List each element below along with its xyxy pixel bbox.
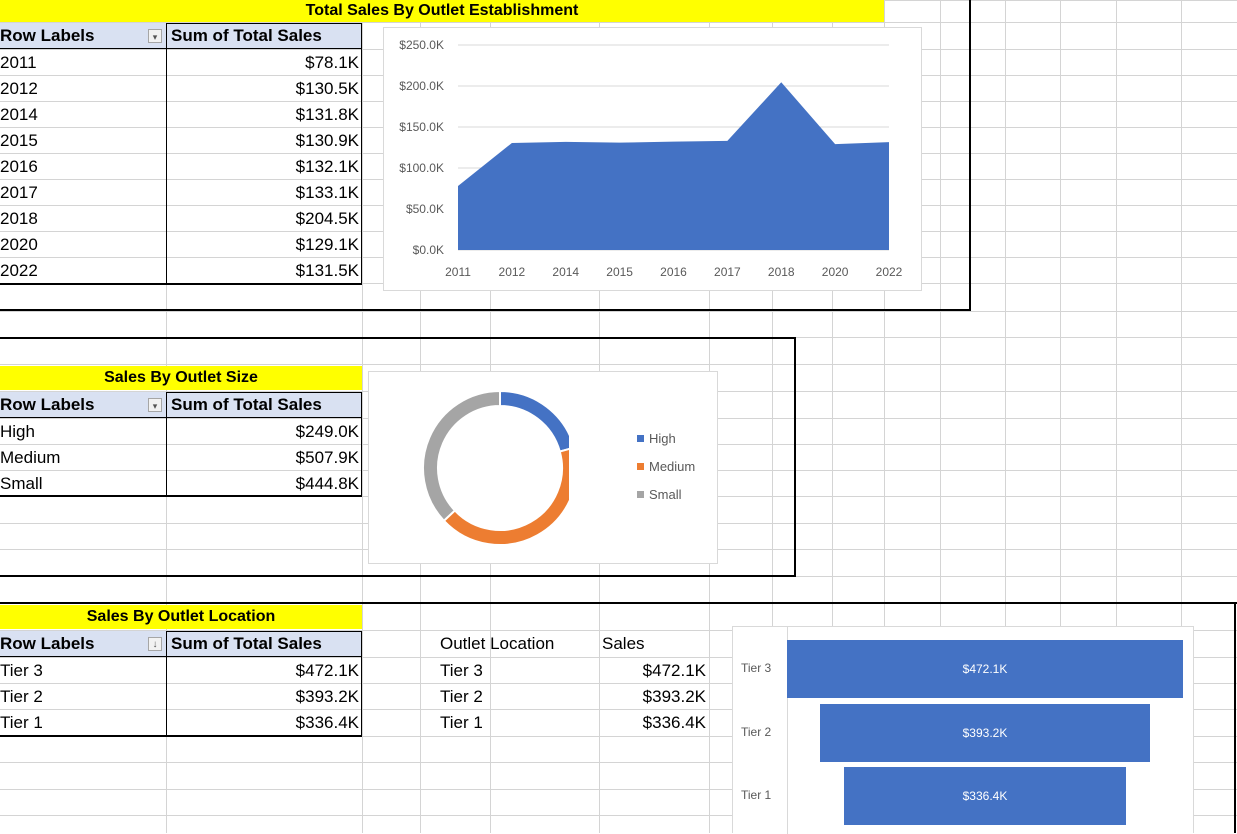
legend-swatch <box>637 463 644 471</box>
row-label: Tier 2 <box>0 687 43 706</box>
funnel-bar[interactable]: $336.4K <box>843 767 1127 825</box>
row-label: Tier 3 <box>0 661 43 680</box>
y-tick-label: $50.0K <box>406 202 444 216</box>
size-donut-chart[interactable]: High Medium Small <box>368 371 718 564</box>
row-label: Medium <box>0 448 61 467</box>
y-tick-label: $100.0K <box>399 161 444 175</box>
y-tick-label: $150.0K <box>399 120 444 134</box>
sum-header: Sum of Total Sales <box>171 395 322 414</box>
row-value: $472.1K <box>642 661 706 680</box>
row-label: High <box>0 422 35 441</box>
funnel-bar[interactable]: $472.1K <box>787 640 1183 698</box>
row-label: Tier 2 <box>440 687 483 706</box>
x-tick-label: 2014 <box>552 265 579 279</box>
size-title: Sales By Outlet Size <box>0 366 362 390</box>
funnel-category-label: Tier 3 <box>741 661 772 675</box>
grid-line <box>362 0 363 833</box>
row-value: $444.8K <box>295 474 359 493</box>
row-labels-header: Row Labels <box>0 634 95 653</box>
row-value: $132.1K <box>295 157 359 176</box>
row-label: 2020 <box>0 235 38 254</box>
row-label: Tier 1 <box>0 713 43 732</box>
row-value: $472.1K <box>295 661 359 680</box>
row-value: $336.4K <box>295 713 359 732</box>
row-label: Tier 1 <box>440 713 483 732</box>
row-value: $336.4K <box>642 713 706 732</box>
x-tick-label: 2018 <box>768 265 795 279</box>
y-tick-label: $0.0K <box>413 243 444 257</box>
legend-item-medium: Medium <box>637 459 695 474</box>
row-value: $393.2K <box>642 687 706 706</box>
row-label: 2011 <box>0 53 37 72</box>
grid-line <box>0 311 1237 312</box>
sum-header: Sum of Total Sales <box>171 634 322 653</box>
row-value: $249.0K <box>295 422 359 441</box>
legend-label: High <box>649 431 676 446</box>
donut-slice-high[interactable] <box>499 389 569 453</box>
row-value: $507.9K <box>295 448 359 467</box>
legend-swatch <box>637 491 644 499</box>
row-value: $78.1K <box>305 53 359 72</box>
row-value: $131.5K <box>295 261 359 280</box>
row-label: Small <box>0 474 43 493</box>
x-tick-label: 2016 <box>660 265 687 279</box>
area-series[interactable] <box>458 82 889 250</box>
funnel-category-label: Tier 1 <box>741 788 772 802</box>
legend-item-small: Small <box>637 487 682 502</box>
y-tick-label: $250.0K <box>399 38 444 52</box>
donut-slice-medium[interactable] <box>442 447 569 546</box>
row-value: $129.1K <box>295 235 359 254</box>
row-labels-header: Row Labels <box>0 26 95 45</box>
grid-line <box>0 364 1237 365</box>
legend-label: Small <box>649 487 682 502</box>
row-labels-header: Row Labels <box>0 395 95 414</box>
row-label: 2014 <box>0 105 38 124</box>
donut-chart-canvas <box>422 389 569 546</box>
row-label: 2012 <box>0 79 38 98</box>
sales-area-chart[interactable]: $0.0K $50.0K $100.0K $150.0K $200.0K $250.0K 2… <box>383 27 922 291</box>
row-label: 2018 <box>0 209 38 228</box>
x-tick-label: 2017 <box>714 265 741 279</box>
legend-swatch <box>637 435 644 443</box>
establishment-title: Total Sales By Outlet Establishment <box>0 0 884 22</box>
row-value: $130.9K <box>295 131 359 150</box>
row-value: $130.5K <box>295 79 359 98</box>
legend-item-high: High <box>637 431 676 446</box>
funnel-bar[interactable]: $393.2K <box>820 704 1150 762</box>
funnel-category-label: Tier 2 <box>741 725 772 739</box>
x-tick-label: 2015 <box>606 265 633 279</box>
outlet-location-header: Outlet Location <box>440 634 555 653</box>
row-label: 2022 <box>0 261 38 280</box>
row-label: 2015 <box>0 131 38 150</box>
row-label: Tier 3 <box>440 661 483 680</box>
filter-dropdown-icon[interactable]: ▾ <box>148 29 162 43</box>
row-label: 2016 <box>0 157 38 176</box>
area-chart-canvas: $0.0K $50.0K $100.0K $150.0K $200.0K $250.0K 2… <box>399 38 903 279</box>
sum-header: Sum of Total Sales <box>171 26 322 45</box>
x-tick-label: 2022 <box>876 265 903 279</box>
row-value: $204.5K <box>295 209 359 228</box>
x-tick-label: 2011 <box>445 265 471 279</box>
row-value: $133.1K <box>295 183 359 202</box>
row-label: 2017 <box>0 183 38 202</box>
sales-header: Sales <box>602 634 645 653</box>
row-value: $131.8K <box>295 105 359 124</box>
sort-descending-icon[interactable]: ↓ <box>148 637 162 651</box>
x-tick-label: 2012 <box>499 265 526 279</box>
donut-slice-small[interactable] <box>422 389 501 523</box>
location-title: Sales By Outlet Location <box>0 605 362 629</box>
location-funnel-chart[interactable]: $472.1K Tier 3 $393.2K Tier 2 $336.4K Tier 1 <box>732 626 1194 834</box>
legend-label: Medium <box>649 459 696 474</box>
row-value: $393.2K <box>295 687 359 706</box>
y-tick-label: $200.0K <box>399 79 444 93</box>
x-tick-label: 2020 <box>822 265 849 279</box>
filter-dropdown-icon[interactable]: ▾ <box>148 398 162 412</box>
